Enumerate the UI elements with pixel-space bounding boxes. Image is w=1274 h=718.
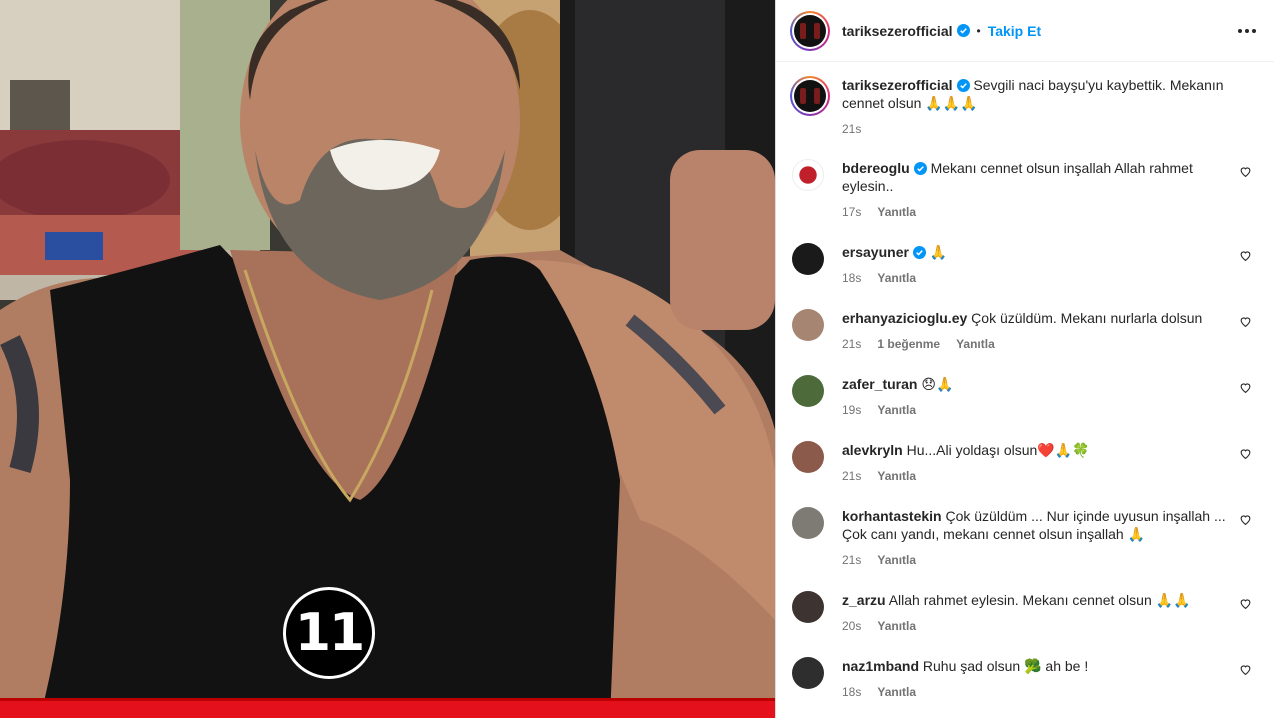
comment-username[interactable]: bdereoglu — [842, 160, 910, 176]
reply-button[interactable]: Yanıtla — [877, 683, 916, 701]
comment-time[interactable]: 19s — [842, 401, 861, 419]
post-media[interactable]: 11 — [0, 0, 775, 718]
verified-badge-icon — [913, 162, 927, 175]
heart-outline-icon[interactable] — [1239, 663, 1252, 676]
comment-item: korhantastekin Çok üzüldüm ... Nur içind… — [792, 507, 1260, 569]
comment-avatar[interactable] — [792, 591, 824, 623]
comment-item: z_arzu Allah rahmet eylesin. Mekanı cenn… — [792, 591, 1260, 635]
comment-avatar[interactable] — [792, 243, 824, 275]
comment-time[interactable]: 18s — [842, 269, 861, 287]
reply-button[interactable]: Yanıtla — [877, 269, 916, 287]
comment-username[interactable]: korhantastekin — [842, 508, 942, 524]
heart-outline-icon[interactable] — [1239, 165, 1252, 178]
likes-count[interactable]: 1 beğenme — [877, 335, 940, 353]
comment-time[interactable]: 21s — [842, 467, 861, 485]
heart-outline-icon[interactable] — [1239, 513, 1252, 526]
comment-avatar[interactable] — [792, 441, 824, 473]
comment-username[interactable]: erhanyazicioglu.ey — [842, 310, 967, 326]
comment-avatar[interactable] — [792, 657, 824, 689]
heart-outline-icon[interactable] — [1239, 249, 1252, 262]
comment-time[interactable]: 17s — [842, 203, 861, 221]
post-caption: tariksezerofficial Sevgili naci bayşu'yu… — [790, 76, 1260, 138]
comment-item: ersayuner 🙏 18s Yanıtla — [792, 243, 1260, 287]
comment-username[interactable]: alevkryln — [842, 442, 903, 458]
comment-item: alevkryln Hu...Ali yoldaşı olsun❤️🙏🍀 21s… — [792, 441, 1260, 485]
verified-badge-icon — [956, 79, 970, 92]
reply-button[interactable]: Yanıtla — [877, 617, 916, 635]
comment-avatar[interactable] — [792, 375, 824, 407]
caption-time[interactable]: 21s — [842, 120, 1260, 138]
comment-text: 🙏 — [929, 244, 948, 260]
heart-outline-icon[interactable] — [1239, 597, 1252, 610]
comment-item: erhanyazicioglu.ey Çok üzüldüm. Mekanı n… — [792, 309, 1260, 353]
comment-avatar[interactable] — [792, 159, 824, 191]
post-header: tariksezerofficial • Takip Et — [776, 0, 1274, 62]
reply-button[interactable]: Yanıtla — [877, 401, 916, 419]
separator-dot: • — [976, 23, 981, 38]
reply-button[interactable]: Yanıtla — [877, 203, 916, 221]
comment-text: 😞🙏 — [921, 376, 954, 392]
caption-username[interactable]: tariksezerofficial — [842, 77, 953, 93]
comment-text: Allah rahmet eylesin. Mekanı cennet olsu… — [888, 592, 1191, 608]
comment-time[interactable]: 20s — [842, 617, 861, 635]
red-bottom-bar — [0, 698, 775, 718]
comment-avatar[interactable] — [792, 507, 824, 539]
comment-item: bdereoglu Mekanı cennet olsun inşallah A… — [792, 159, 1260, 221]
episode-number-badge: 11 — [283, 587, 375, 679]
reply-button[interactable]: Yanıtla — [877, 467, 916, 485]
heart-outline-icon[interactable] — [1239, 447, 1252, 460]
heart-outline-icon[interactable] — [1239, 381, 1252, 394]
verified-badge-icon — [956, 24, 970, 37]
comment-text: Hu...Ali yoldaşı olsun❤️🙏🍀 — [906, 442, 1090, 458]
author-avatar[interactable] — [790, 10, 830, 51]
caption-avatar[interactable] — [790, 76, 830, 116]
comment-username[interactable]: naz1mband — [842, 658, 919, 674]
reply-button[interactable]: Yanıtla — [956, 335, 995, 353]
comment-time[interactable]: 21s — [842, 551, 861, 569]
author-username[interactable]: tariksezerofficial — [842, 23, 953, 39]
comments-panel: tariksezerofficial • Takip Et tariksezer… — [775, 0, 1274, 718]
comment-username[interactable]: ersayuner — [842, 244, 909, 260]
comment-time[interactable]: 21s — [842, 335, 861, 353]
verified-badge-icon — [912, 246, 926, 259]
comment-username[interactable]: z_arzu — [842, 592, 886, 608]
comment-item: naz1mband Ruhu şad olsun 🥦 ah be ! 18s Ya… — [792, 657, 1260, 701]
comment-item: zafer_turan 😞🙏 19s Yanıtla — [792, 375, 1260, 419]
comment-text: Çok üzüldüm. Mekanı nurlarla dolsun — [971, 310, 1203, 326]
heart-outline-icon[interactable] — [1239, 315, 1252, 328]
follow-button[interactable]: Takip Et — [988, 23, 1041, 39]
comment-time[interactable]: 18s — [842, 683, 861, 701]
more-options-icon[interactable] — [1234, 18, 1260, 44]
reply-button[interactable]: Yanıtla — [877, 551, 916, 569]
comment-username[interactable]: zafer_turan — [842, 376, 917, 392]
comment-avatar[interactable] — [792, 309, 824, 341]
post-photo — [0, 0, 775, 718]
comment-text: Ruhu şad olsun 🥦 ah be ! — [922, 658, 1089, 674]
